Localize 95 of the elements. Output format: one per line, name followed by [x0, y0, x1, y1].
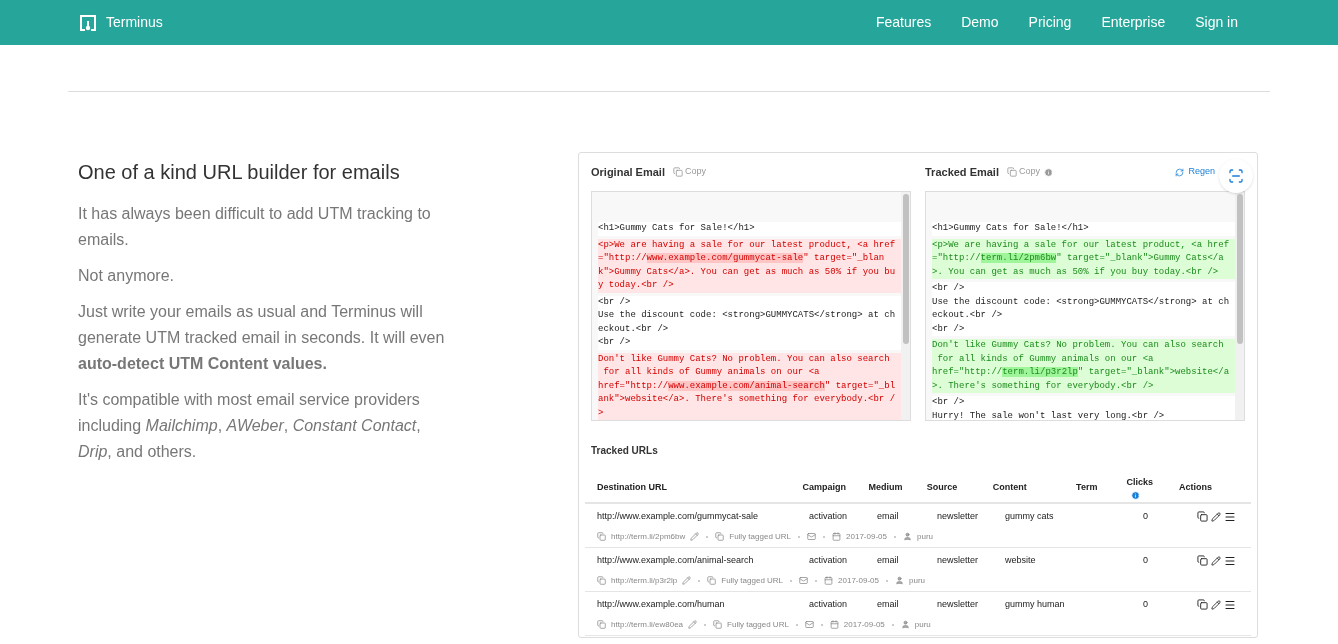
intro-paragraph: It's compatible with most email service providers including Mailchimp, AWeber, Constant Contact, Drip, and others.: [78, 390, 422, 462]
column-header: Term: [1076, 481, 1099, 495]
user-name: puru: [909, 574, 925, 587]
copy-button[interactable]: Copy: [1007, 165, 1040, 179]
menu-icon[interactable]: [1224, 554, 1236, 567]
short-url: http://term.li/ew80ea: [611, 618, 684, 631]
table-cell: activation: [809, 599, 848, 609]
tag-link[interactable]: Fully tagged URL: [721, 574, 784, 587]
changed-code-block: Don't like Gummy Cats? No problem. You can also search for all kinds of Gummy animals on our <a href="http://www.example.com/animal-search" target="_bl ank">website</a>. There's something for everybody.<br / >: [598, 352, 901, 420]
copy-icon[interactable]: [1197, 599, 1208, 611]
copy-icon[interactable]: [1197, 555, 1208, 567]
table-cell: email: [877, 555, 899, 565]
scrollbar-thumb[interactable]: [902, 194, 909, 344]
brand-link[interactable]: Terminus: [80, 12, 163, 33]
edit-icon[interactable]: [1211, 555, 1221, 566]
short-url: http://term.li/2pm6bw: [611, 530, 686, 543]
mail-icon[interactable]: [804, 620, 814, 629]
nav-link[interactable]: Enterprise: [1101, 12, 1166, 33]
user-icon: [895, 576, 904, 585]
table-cell: website: [1005, 555, 1036, 565]
edit-icon[interactable]: [1211, 599, 1221, 610]
table-cell: newsletter: [937, 555, 979, 565]
table-cell: email: [877, 599, 899, 609]
changed-code-block: <p>We are having a sale for our latest product, <a href ="http://term.li/2pm6bw" target="_blank">Gummy Cats</a >. You can get as much as 50% if you buy today.<br />: [932, 238, 1235, 279]
date-text: 2017-09-05: [843, 618, 885, 631]
menu-icon[interactable]: [1224, 598, 1236, 611]
nav-link[interactable]: Sign in: [1195, 12, 1238, 33]
user-name: puru: [914, 618, 931, 631]
copy-icon: [1007, 167, 1017, 177]
column-header: Medium: [868, 481, 904, 495]
edit-icon[interactable]: [688, 620, 698, 629]
column-header: Destination URL: [597, 481, 668, 495]
changed-code-block: Don't like Gummy Cats? No problem. You can also search for all kinds of Gummy animals on our <a href="http://term.li/p3r2lp" target="_blank">website</a >. There's something for everybody.<br />: [932, 339, 1235, 393]
table-title: Tracked URLs: [591, 444, 659, 458]
edit-icon[interactable]: [690, 532, 700, 541]
column-header: Source: [926, 481, 959, 495]
panel-title: Original Email: [591, 164, 665, 180]
changed-code-block: <p>We are having a sale for our latest product, <a href ="http://www.example.com/gummycat-sale" target="_blan k">Gummy Cats</a>. You can get as much as 50% if you bu y today.<br />: [598, 238, 901, 293]
user-name: puru: [917, 530, 933, 543]
section-heading: One of a kind URL builder for emails: [78, 160, 401, 185]
edit-icon[interactable]: [1211, 511, 1221, 522]
copy-icon[interactable]: [1197, 511, 1208, 523]
nav-link[interactable]: Pricing: [1028, 12, 1072, 33]
table-cell: gummy human: [1005, 599, 1065, 609]
mail-icon[interactable]: [799, 576, 809, 585]
capture-button[interactable]: [1219, 159, 1253, 194]
column-header: Clicks: [1126, 475, 1155, 489]
code-block: <h1>Gummy Cats for Sale!</h1>: [598, 222, 901, 236]
scrollbar-thumb[interactable]: [1236, 194, 1243, 344]
copy-icon: [672, 167, 683, 177]
scan-icon: [1228, 168, 1244, 185]
table-cell: newsletter: [937, 599, 979, 609]
table-cell: 0: [1143, 555, 1148, 565]
logo-icon: [80, 14, 96, 31]
date-text: 2017-09-05: [846, 530, 887, 543]
code-block: <br /> Use the discount code: <strong>GUMMYCATS</strong> at ch eckout.<br /> <br />: [932, 282, 1235, 336]
tag-link[interactable]: Fully tagged URL: [727, 618, 789, 631]
menu-icon[interactable]: [1224, 510, 1236, 523]
table-cell: activation: [809, 511, 848, 521]
table-cell: http://www.example.com/animal-search: [597, 555, 754, 565]
nav-link[interactable]: Features: [875, 12, 932, 33]
edit-icon[interactable]: [682, 576, 692, 585]
calendar-icon: [824, 576, 834, 585]
info-icon: [1044, 167, 1053, 177]
panel-title: Tracked Email: [925, 164, 999, 180]
refresh-icon: [1175, 167, 1185, 177]
table-cell: email: [877, 511, 899, 521]
mail-icon[interactable]: [807, 532, 817, 541]
short-url: http://term.li/p3r2lp: [611, 574, 678, 587]
intro-paragraph: It has always been difficult to add UTM tracking to emails.: [78, 204, 432, 250]
table-cell: 0: [1143, 511, 1148, 521]
info-icon: [1130, 491, 1140, 501]
table-cell: activation: [809, 555, 848, 565]
regenerate-button[interactable]: Regen: [1175, 165, 1215, 179]
tag-link[interactable]: Fully tagged URL: [729, 530, 792, 543]
code-block: <h1>Gummy Cats for Sale!</h1>: [932, 222, 1235, 236]
calendar-icon: [829, 620, 839, 629]
column-header: Content: [992, 481, 1028, 495]
intro-paragraph: Just write your emails as usual and Terminus will generate UTM tracked email in seconds. It will even auto-detect UTM Content values.: [78, 302, 446, 374]
table-cell: http://www.example.com/human: [597, 599, 725, 609]
table-cell: newsletter: [937, 511, 979, 521]
code-block: <br /> Hurry! The sale won't last very long.<br />: [932, 396, 1235, 420]
table-cell: 0: [1143, 599, 1148, 609]
column-header: Campaign: [802, 481, 848, 495]
calendar-icon: [832, 532, 842, 541]
date-text: 2017-09-05: [838, 574, 879, 587]
table-cell: http://www.example.com/gummycat-sale: [597, 511, 759, 521]
copy-button[interactable]: Copy: [672, 165, 706, 179]
intro-paragraph: Not anymore.: [78, 266, 176, 286]
code-block: <br /> Use the discount code: <strong>GUMMYCATS</strong> at ch eckout.<br /> <br />: [598, 295, 901, 350]
nav-link[interactable]: Demo: [961, 12, 999, 33]
column-header: Actions: [1178, 481, 1213, 495]
table-cell: gummy cats: [1005, 511, 1054, 521]
user-icon: [900, 620, 910, 629]
user-icon: [903, 532, 912, 541]
